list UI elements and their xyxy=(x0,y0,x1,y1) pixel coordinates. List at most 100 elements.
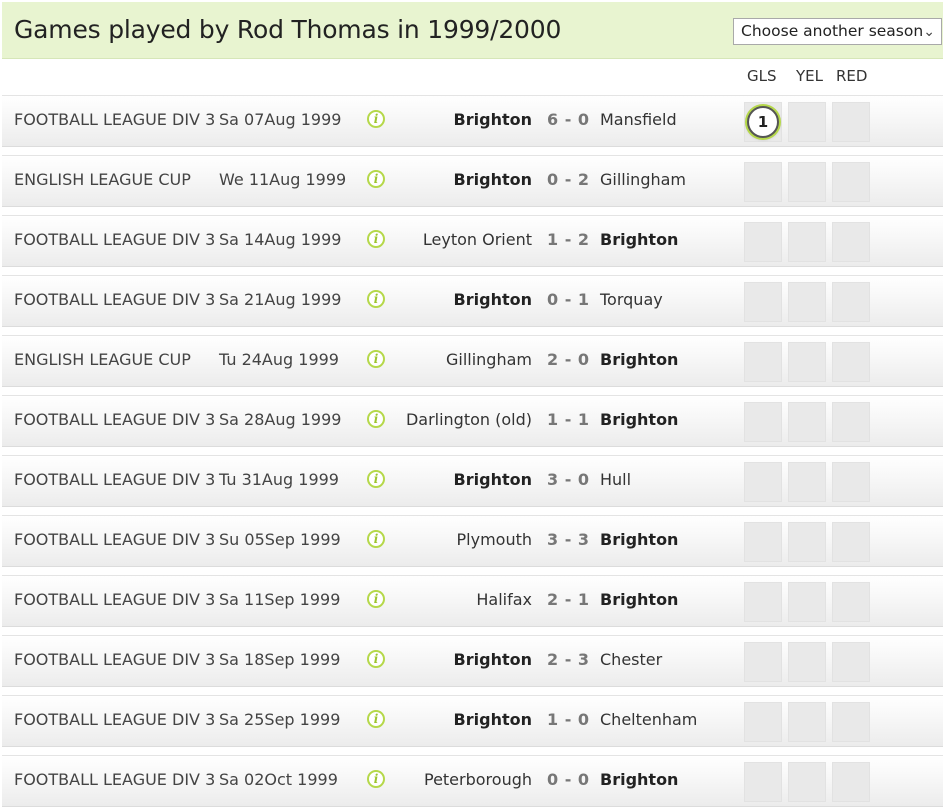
info-icon[interactable]: i xyxy=(367,170,385,188)
info-icon[interactable]: i xyxy=(367,230,385,248)
match-date: We 11Aug 1999 xyxy=(219,170,347,189)
yellow-card-cell xyxy=(788,402,826,442)
page-title: Games played by Rod Thomas in 1999/2000 xyxy=(14,15,562,44)
table-row: ENGLISH LEAGUE CUP We 11Aug 1999 i Brigh… xyxy=(2,155,943,207)
yellow-card-cell xyxy=(788,462,826,502)
match-score[interactable]: 0 - 1 xyxy=(547,290,590,309)
yellow-card-cell xyxy=(788,642,826,682)
match-date: Sa 28Aug 1999 xyxy=(219,410,342,429)
away-team[interactable]: Brighton xyxy=(600,590,678,609)
red-card-cell xyxy=(832,702,870,742)
competition-label: FOOTBALL LEAGUE DIV 3 xyxy=(14,770,216,789)
away-team[interactable]: Brighton xyxy=(600,530,678,549)
season-select[interactable]: Choose another season ⌄ xyxy=(733,18,942,45)
match-date: Sa 07Aug 1999 xyxy=(219,110,342,129)
season-select-label: Choose another season xyxy=(741,22,924,40)
yellow-card-cell xyxy=(788,102,826,142)
match-score[interactable]: 1 - 0 xyxy=(547,710,590,729)
table-row: FOOTBALL LEAGUE DIV 3 Sa 14Aug 1999 i Le… xyxy=(2,215,943,267)
red-card-cell xyxy=(832,102,870,142)
away-team[interactable]: Gillingham xyxy=(600,170,686,189)
red-card-cell xyxy=(832,402,870,442)
competition-label: ENGLISH LEAGUE CUP xyxy=(14,350,191,369)
competition-label: FOOTBALL LEAGUE DIV 3 xyxy=(14,650,216,669)
match-score[interactable]: 0 - 0 xyxy=(547,770,590,789)
column-header-goals: GLS xyxy=(747,67,777,85)
competition-label: FOOTBALL LEAGUE DIV 3 xyxy=(14,590,216,609)
match-score[interactable]: 2 - 0 xyxy=(547,350,590,369)
match-score[interactable]: 6 - 0 xyxy=(547,110,590,129)
info-icon[interactable]: i xyxy=(367,290,385,308)
chevron-down-icon: ⌄ xyxy=(923,24,935,40)
red-card-cell xyxy=(832,222,870,262)
info-icon[interactable]: i xyxy=(367,350,385,368)
yellow-card-cell xyxy=(788,162,826,202)
away-team[interactable]: Torquay xyxy=(600,290,663,309)
info-icon[interactable]: i xyxy=(367,710,385,728)
table-row: FOOTBALL LEAGUE DIV 3 Sa 28Aug 1999 i Da… xyxy=(2,395,943,447)
away-team[interactable]: Brighton xyxy=(600,350,678,369)
competition-label: FOOTBALL LEAGUE DIV 3 xyxy=(14,470,216,489)
home-team[interactable]: Halifax xyxy=(476,590,532,609)
yellow-card-cell xyxy=(788,222,826,262)
away-team[interactable]: Brighton xyxy=(600,230,678,249)
away-team[interactable]: Mansfield xyxy=(600,110,677,129)
info-icon[interactable]: i xyxy=(367,470,385,488)
match-score[interactable]: 1 - 1 xyxy=(547,410,590,429)
goals-cell xyxy=(744,282,782,322)
match-score[interactable]: 1 - 2 xyxy=(547,230,590,249)
info-icon[interactable]: i xyxy=(367,410,385,428)
yellow-card-cell xyxy=(788,762,826,802)
goals-cell xyxy=(744,702,782,742)
home-team[interactable]: Brighton xyxy=(454,110,532,129)
table-row: FOOTBALL LEAGUE DIV 3 Sa 21Aug 1999 i Br… xyxy=(2,275,943,327)
competition-label: FOOTBALL LEAGUE DIV 3 xyxy=(14,710,216,729)
yellow-card-cell xyxy=(788,282,826,322)
goals-cell xyxy=(744,222,782,262)
match-score[interactable]: 2 - 3 xyxy=(547,650,590,669)
match-score[interactable]: 2 - 1 xyxy=(547,590,590,609)
goals-cell xyxy=(744,402,782,442)
competition-label: FOOTBALL LEAGUE DIV 3 xyxy=(14,290,216,309)
column-header-yellow: YEL xyxy=(796,67,823,85)
info-icon[interactable]: i xyxy=(367,650,385,668)
home-team[interactable]: Brighton xyxy=(454,650,532,669)
table-row: FOOTBALL LEAGUE DIV 3 Sa 11Sep 1999 i Ha… xyxy=(2,575,943,627)
away-team[interactable]: Hull xyxy=(600,470,631,489)
match-score[interactable]: 3 - 3 xyxy=(547,530,590,549)
red-card-cell xyxy=(832,642,870,682)
table-row: ENGLISH LEAGUE CUP Tu 24Aug 1999 i Gilli… xyxy=(2,335,943,387)
home-team[interactable]: Gillingham xyxy=(446,350,532,369)
competition-label: FOOTBALL LEAGUE DIV 3 xyxy=(14,110,216,129)
page-header: Games played by Rod Thomas in 1999/2000 … xyxy=(2,2,943,59)
red-card-cell xyxy=(832,342,870,382)
match-date: Su 05Sep 1999 xyxy=(219,530,341,549)
table-row: FOOTBALL LEAGUE DIV 3 Sa 02Oct 1999 i Pe… xyxy=(2,755,943,807)
match-score[interactable]: 0 - 2 xyxy=(547,170,590,189)
home-team[interactable]: Brighton xyxy=(454,170,532,189)
away-team[interactable]: Brighton xyxy=(600,770,678,789)
home-team[interactable]: Peterborough xyxy=(424,770,532,789)
away-team[interactable]: Brighton xyxy=(600,410,678,429)
home-team[interactable]: Plymouth xyxy=(457,530,533,549)
goals-cell xyxy=(744,582,782,622)
match-date: Sa 21Aug 1999 xyxy=(219,290,342,309)
home-team[interactable]: Leyton Orient xyxy=(423,230,532,249)
competition-label: ENGLISH LEAGUE CUP xyxy=(14,170,191,189)
table-row: FOOTBALL LEAGUE DIV 3 Su 05Sep 1999 i Pl… xyxy=(2,515,943,567)
away-team[interactable]: Cheltenham xyxy=(600,710,697,729)
match-score[interactable]: 3 - 0 xyxy=(547,470,590,489)
red-card-cell xyxy=(832,162,870,202)
info-icon[interactable]: i xyxy=(367,770,385,788)
info-icon[interactable]: i xyxy=(367,110,385,128)
match-date: Sa 02Oct 1999 xyxy=(219,770,338,789)
info-icon[interactable]: i xyxy=(367,530,385,548)
match-date: Sa 14Aug 1999 xyxy=(219,230,342,249)
home-team[interactable]: Brighton xyxy=(454,470,532,489)
home-team[interactable]: Darlington (old) xyxy=(406,410,532,429)
away-team[interactable]: Chester xyxy=(600,650,662,669)
yellow-card-cell xyxy=(788,342,826,382)
home-team[interactable]: Brighton xyxy=(454,290,532,309)
home-team[interactable]: Brighton xyxy=(454,710,532,729)
info-icon[interactable]: i xyxy=(367,590,385,608)
